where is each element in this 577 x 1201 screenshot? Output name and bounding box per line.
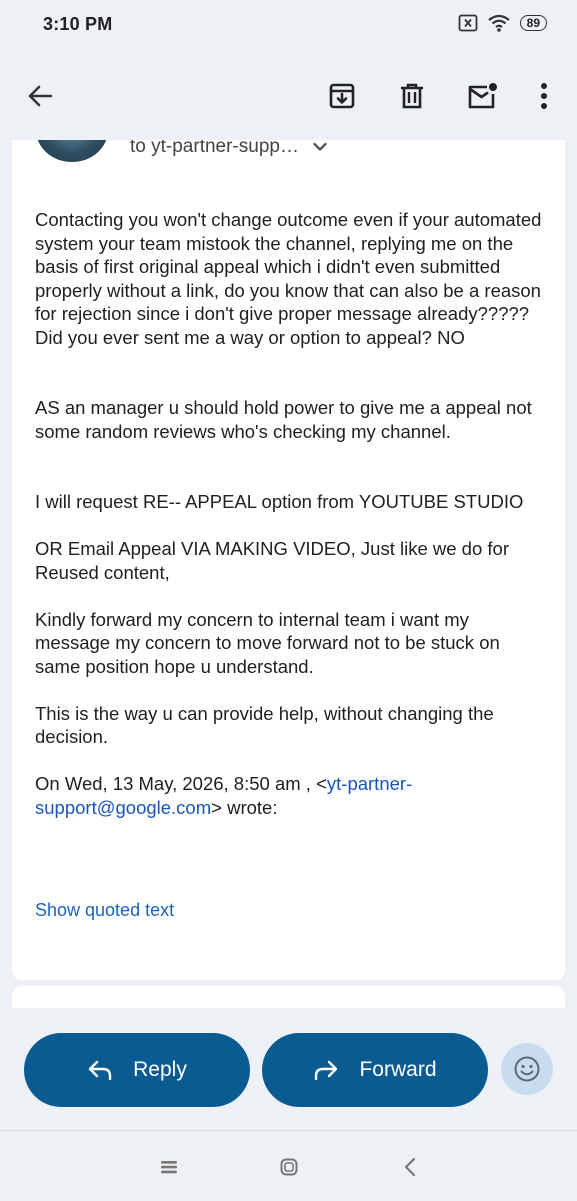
system-nav-bar: [0, 1130, 577, 1201]
more-vert-icon: [541, 83, 547, 109]
wifi-icon: [487, 14, 510, 32]
back-chevron-icon: [404, 1157, 416, 1177]
menu-lines-icon: [161, 1161, 177, 1174]
recent-apps-button[interactable]: [155, 1153, 183, 1181]
show-quoted-text-link[interactable]: Show quoted text: [35, 900, 174, 921]
body-paragraph: Kindly forward my concern to internal te…: [35, 608, 500, 677]
message-card: to yt-partner-supp… Contacting you won't…: [12, 140, 565, 980]
action-bar: Reply Forward: [0, 1008, 577, 1128]
recipient-label: to yt-partner-supp…: [130, 140, 299, 157]
trash-icon: [401, 83, 423, 109]
quote-prefix: On Wed, 13 May, 2026, 8:50 am , <: [35, 773, 327, 794]
back-button[interactable]: [20, 76, 60, 116]
body-paragraph: I will request RE-- APPEAL option from Y…: [35, 491, 524, 512]
sender-avatar[interactable]: [36, 140, 108, 162]
mark-unread-button[interactable]: [462, 76, 502, 116]
recipient-details[interactable]: to yt-partner-supp…: [130, 140, 327, 158]
more-options-button[interactable]: [524, 76, 564, 116]
reply-icon: [88, 1060, 112, 1081]
smiley-icon: [514, 1056, 540, 1082]
home-square-icon: [280, 1158, 298, 1176]
status-icons: 89: [458, 14, 547, 32]
archive-button[interactable]: [322, 76, 362, 116]
delete-button[interactable]: [392, 76, 432, 116]
battery-indicator: 89: [519, 15, 547, 31]
body-paragraph: Contacting you won't change outcome even…: [35, 209, 542, 348]
body-paragraph: AS an manager u should hold power to giv…: [35, 397, 532, 442]
reply-button[interactable]: Reply: [24, 1033, 250, 1107]
reply-label: Reply: [133, 1058, 187, 1081]
no-sim-icon: [458, 14, 478, 32]
mark-unread-icon: [468, 83, 497, 109]
emoji-reaction-button[interactable]: [501, 1043, 553, 1095]
status-time: 3:10 PM: [43, 14, 113, 34]
message-body: Contacting you won't change outcome even…: [35, 208, 545, 819]
back-arrow-icon: [28, 85, 53, 107]
quote-suffix: > wrote:: [211, 796, 278, 818]
home-button[interactable]: [275, 1153, 303, 1181]
status-bar: 3:10 PM 89: [0, 0, 577, 52]
forward-icon: [315, 1060, 338, 1081]
back-nav-button[interactable]: [396, 1153, 424, 1181]
body-paragraph: OR Email Appeal VIA MAKING VIDEO, Just l…: [35, 538, 509, 583]
forward-button[interactable]: Forward: [262, 1033, 488, 1107]
body-paragraph: This is the way u can provide help, with…: [35, 702, 494, 748]
top-toolbar: [0, 52, 577, 138]
forward-label: Forward: [359, 1058, 437, 1081]
chevron-down-icon: [313, 142, 327, 151]
quote-attribution: On Wed, 13 May, 2026, 8:50 am , <yt-part…: [35, 772, 545, 819]
archive-icon: [329, 83, 355, 109]
